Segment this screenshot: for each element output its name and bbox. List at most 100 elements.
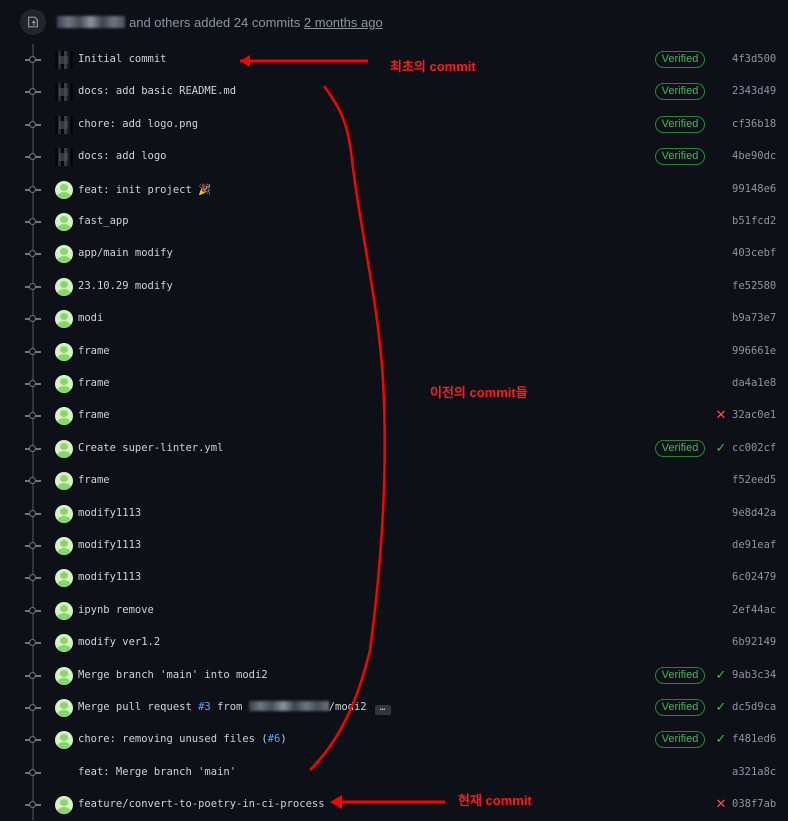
avatar[interactable] [55,796,73,815]
avatar[interactable] [55,699,73,717]
commit-sha-link[interactable]: cf36b18 [732,118,776,130]
check-success-icon[interactable]: ✓ [714,440,728,455]
commit-row[interactable]: modify1113 de91eaf [0,530,788,562]
commit-message-link[interactable]: docs: add logo [78,150,167,162]
commit-row[interactable]: modify ver1.2 6b92149 [0,627,788,659]
avatar[interactable] [55,180,73,199]
commit-sha-link[interactable]: b9a73e7 [732,312,776,324]
commit-row[interactable]: frame 996661e [0,336,788,368]
avatar[interactable] [55,407,73,426]
commit-sha-link[interactable]: 6b92149 [732,636,776,648]
check-failure-icon[interactable]: ✕ [714,797,728,811]
commit-row[interactable]: Merge branch 'main' into modi2 Verified ✓ 9… [0,660,788,692]
commit-message-link[interactable]: app/main modify [78,247,173,259]
commit-message-link[interactable]: frame [78,409,110,421]
commit-sha-link[interactable]: 996661e [732,345,776,357]
commit-row[interactable]: frame f52eed5 [0,465,788,497]
avatar[interactable] [55,148,73,167]
commit-sha-link[interactable]: 9e8d42a [732,507,776,519]
commit-sha-link[interactable]: 6c02479 [732,571,776,583]
commit-message-link[interactable]: fast_app [78,215,129,227]
commit-sha-link[interactable]: de91eaf [732,539,776,551]
commit-sha-link[interactable]: f52eed5 [732,474,776,486]
commit-message-link[interactable]: chore: add logo.png [78,118,198,130]
commit-row[interactable]: modify1113 9e8d42a [0,498,788,530]
avatar[interactable] [55,83,73,102]
commit-row[interactable]: chore: add logo.png Verified cf36b18 [0,109,788,141]
relative-time-link[interactable]: 2 months ago [304,15,383,30]
avatar[interactable] [55,569,73,588]
commit-sha-link[interactable]: dc5d9ca [732,701,776,713]
redacted-author[interactable] [57,16,125,28]
check-success-icon[interactable]: ✓ [714,667,728,682]
commit-row[interactable]: ipynb remove 2ef44ac [0,595,788,627]
commit-sha-link[interactable]: 2ef44ac [732,604,776,616]
commit-sha-link[interactable]: cc002cf [732,442,776,454]
commit-message-link[interactable]: feat: Merge branch 'main' [78,766,236,778]
commit-message-link[interactable]: modify ver1.2 [78,636,160,648]
commit-row[interactable]: Merge pull request #3 from /modi2 … Verifi… [0,692,788,724]
commit-sha-link[interactable]: fe52580 [732,280,776,292]
avatar[interactable] [55,245,73,264]
commit-message-link[interactable]: Merge branch 'main' into modi2 [78,669,268,681]
check-success-icon[interactable]: ✓ [714,732,728,746]
commit-message-link[interactable]: Create super-linter.yml [78,442,223,454]
commit-sha-link[interactable]: 2343d49 [732,85,776,97]
commit-message-link[interactable]: modi [78,312,103,324]
commit-row[interactable]: modify1113 6c02479 [0,562,788,594]
verified-badge[interactable]: Verified [655,83,705,101]
commit-sha-link[interactable]: 4be90dc [732,150,776,162]
avatar[interactable] [55,115,73,134]
commit-row[interactable]: frame da4a1e8 [0,368,788,400]
verified-badge[interactable]: Verified [655,699,705,716]
verified-badge[interactable]: Verified [655,666,705,684]
avatar[interactable] [55,634,73,653]
commit-message-link[interactable]: Initial commit [78,53,167,65]
commit-message-link[interactable]: modify1113 [78,507,141,519]
commit-row[interactable]: Create super-linter.yml Verified ✓ cc002cf [0,433,788,465]
commit-row[interactable]: docs: add logo Verified 4be90dc [0,141,788,173]
check-failure-icon[interactable]: ✕ [714,408,728,422]
commit-message-link[interactable]: frame [78,377,110,389]
commit-row[interactable]: modi b9a73e7 [0,303,788,335]
verified-badge[interactable]: Verified [655,51,705,68]
avatar[interactable] [55,731,73,750]
commit-sha-link[interactable]: a321a8c [732,766,776,778]
commit-row[interactable]: 23.10.29 modify fe52580 [0,271,788,303]
commit-sha-link[interactable]: 32ac0e1 [732,409,776,421]
avatar[interactable] [55,504,73,523]
avatar[interactable] [55,666,73,685]
commit-message-link[interactable]: docs: add basic README.md [78,85,236,97]
avatar[interactable] [55,472,73,491]
commit-message-link[interactable]: ipynb remove [78,604,154,616]
verified-badge[interactable]: Verified [655,731,705,749]
commit-sha-link[interactable]: 4f3d500 [732,53,776,65]
commit-row[interactable]: feature/convert-to-poetry-in-ci-process ✕… [0,789,788,821]
commit-sha-link[interactable]: 038f7ab [732,798,776,810]
issue-reference-link[interactable]: #3 [198,701,211,713]
commit-row[interactable]: docs: add basic README.md Verified 2343d49 [0,76,788,108]
avatar[interactable] [55,213,73,231]
commit-message-link[interactable]: feature/convert-to-poetry-in-ci-process [78,798,325,810]
commit-row[interactable]: feat: init project 🎉 99148e6 [0,174,788,206]
commit-row[interactable]: chore: removing unused files (#6) Verifie… [0,724,788,756]
verified-badge[interactable]: Verified [655,439,705,457]
avatar[interactable] [55,439,73,458]
avatar[interactable] [55,310,73,329]
commit-row[interactable]: feat: Merge branch 'main' a321a8c [0,757,788,789]
avatar[interactable] [55,277,73,296]
avatar[interactable] [55,537,73,555]
commit-message-link[interactable]: Merge pull request #3 from /modi2… [78,701,391,715]
commit-message-link[interactable]: chore: removing unused files (#6) [78,733,287,745]
commit-sha-link[interactable]: 403cebf [732,247,776,259]
commit-sha-link[interactable]: 9ab3c34 [732,669,776,681]
expand-message-button[interactable]: … [374,704,391,715]
commit-message-link[interactable]: frame [78,345,110,357]
commit-sha-link[interactable]: f481ed6 [732,733,776,745]
verified-badge[interactable]: Verified [655,115,705,133]
commit-sha-link[interactable]: 99148e6 [732,183,776,195]
commit-message-link[interactable]: modify1113 [78,539,141,551]
commit-row[interactable]: app/main modify 403cebf [0,238,788,270]
commit-row[interactable]: fast_app b51fcd2 [0,206,788,238]
commit-message-link[interactable]: frame [78,474,110,486]
